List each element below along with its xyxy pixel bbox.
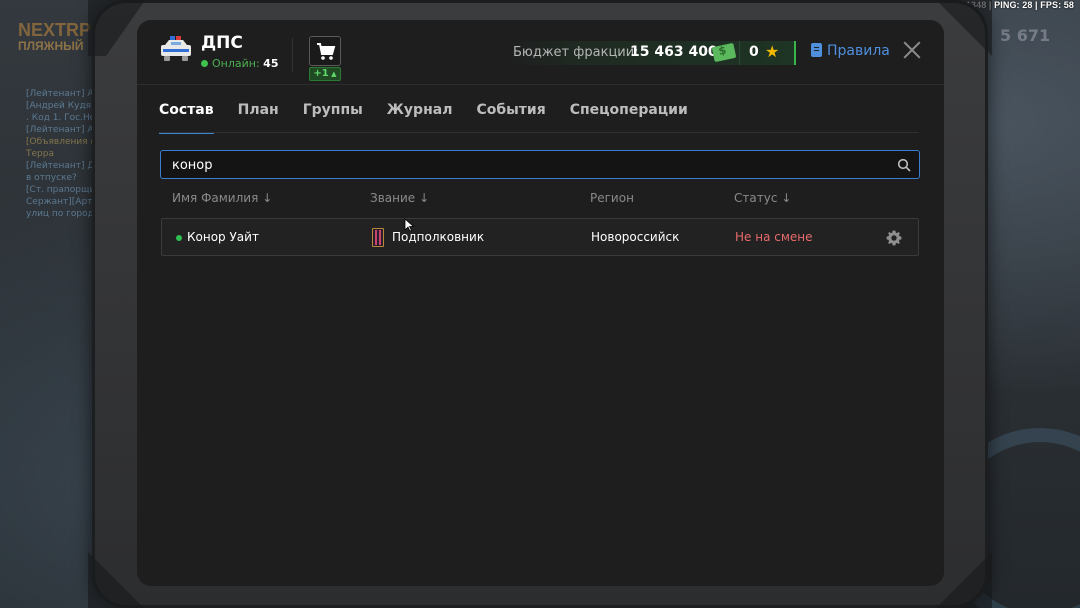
member-rank: Подполковник <box>392 230 485 244</box>
arrow-up-icon: ▲ <box>328 70 337 78</box>
table-row[interactable]: Конор Уайт Подполковник Новороссийск Не … <box>161 218 919 256</box>
hud-money: 5 671 <box>1000 26 1051 45</box>
document-icon <box>811 43 822 57</box>
column-header-rank-label: Звание <box>370 191 416 205</box>
rules-label: Правила <box>827 43 890 59</box>
tab-bar: Состав План Группы Журнал События Спецоп… <box>159 102 712 134</box>
online-indicator: Онлайн: 45 <box>201 57 278 70</box>
tab-sobytiya[interactable]: События <box>476 102 545 134</box>
tab-zhurnal[interactable]: Журнал <box>387 102 453 134</box>
sort-arrow-icon: ↓ <box>781 191 792 205</box>
tab-sostav[interactable]: Состав <box>159 102 214 134</box>
search-icon[interactable] <box>897 158 911 172</box>
sort-arrow-icon: ↓ <box>262 191 273 205</box>
rank-insignia-icon <box>372 228 384 247</box>
faction-panel: ДПС Онлайн: 45 +1 ▲ Бюджет фракции: 15 4… <box>137 20 944 586</box>
budget-value: 15 463 400 <box>630 44 718 60</box>
panel-header: ДПС Онлайн: 45 +1 ▲ Бюджет фракции: 15 4… <box>137 20 944 88</box>
member-region: Новороссийск <box>591 230 680 244</box>
tab-gruppy[interactable]: Группы <box>303 102 363 134</box>
online-status-icon <box>176 235 182 241</box>
online-dot-icon <box>201 60 208 67</box>
column-header-region: Регион <box>590 191 634 205</box>
column-header-status[interactable]: Статус ↓ <box>734 191 791 205</box>
rules-link[interactable]: Правила <box>811 43 890 59</box>
member-name: Конор Уайт <box>187 230 259 244</box>
sort-arrow-icon: ↓ <box>419 191 430 205</box>
tab-plan[interactable]: План <box>238 102 279 134</box>
cart-icon <box>317 43 336 60</box>
column-header-region-label: Регион <box>590 191 634 205</box>
stars-value: 0 <box>749 44 759 60</box>
police-car-icon <box>161 36 191 61</box>
tab-specoperacii[interactable]: Спецоперации <box>570 102 688 134</box>
star-icon: ★ <box>765 42 780 61</box>
online-label: Онлайн: <box>212 57 260 70</box>
header-divider <box>292 38 293 72</box>
mouse-cursor-icon <box>404 218 414 232</box>
gear-icon[interactable] <box>886 230 902 246</box>
close-icon[interactable] <box>900 38 924 62</box>
search-input[interactable] <box>172 156 872 174</box>
member-search <box>160 150 920 179</box>
shop-button[interactable] <box>309 36 341 66</box>
faction-name: ДПС <box>201 33 243 53</box>
member-status: Не на смене <box>735 230 813 244</box>
shop-badge-text: +1 <box>313 68 329 79</box>
column-header-rank[interactable]: Звание ↓ <box>370 191 429 205</box>
budget-label: Бюджет фракции: <box>513 45 639 60</box>
shop-badge: +1 ▲ <box>309 67 341 81</box>
online-count: 45 <box>263 57 279 70</box>
column-header-name-label: Имя Фамилия <box>172 191 259 205</box>
money-icon <box>711 42 737 63</box>
column-header-status-label: Статус <box>734 191 778 205</box>
column-header-name[interactable]: Имя Фамилия ↓ <box>172 191 272 205</box>
faction-budget: Бюджет фракции: 15 463 400 0 ★ <box>509 41 796 65</box>
